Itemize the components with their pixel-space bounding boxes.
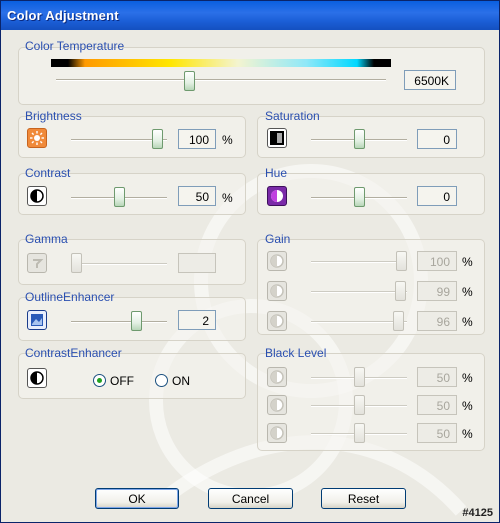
gain-channel-icon [267,281,287,301]
gain-channel-value: 100 [417,251,457,271]
window-title: Color Adjustment [7,8,119,23]
saturation-icon [267,128,287,148]
title-bar: Color Adjustment [1,1,499,30]
black-level-channel-slider[interactable] [353,367,365,387]
black-level-channel-icon [267,367,287,387]
black-level-channel-value: 50 [417,367,457,387]
gain-channel-unit: % [462,315,473,329]
reset-button[interactable]: Reset [321,488,406,509]
gain-channel-icon [267,251,287,271]
contrast-icon [27,186,47,206]
contrast-enhancer-icon [27,368,47,388]
black-level-channel-slider[interactable] [353,423,365,443]
black-level-channel-icon [267,423,287,443]
brightness-value: 100 [178,129,216,149]
gamma-icon [27,253,47,273]
corner-tag: #4125 [462,507,493,519]
color-temperature-label: Color Temperature [25,39,125,53]
gamma-track [71,263,167,265]
gain-channel-slider[interactable] [395,281,407,301]
cancel-button[interactable]: Cancel [208,488,293,509]
brightness-unit: % [222,133,233,147]
brightness-slider[interactable] [151,129,163,149]
contrast-enhancer-on-label: ON [172,374,190,388]
gamma-value [178,253,216,273]
contrast-unit: % [222,191,233,205]
gain-channel-icon [267,311,287,331]
contrast-enhancer-off-radio[interactable] [93,374,106,387]
black-level-channel-value: 50 [417,423,457,443]
color-temperature-spectrum [51,59,391,67]
contrast-enhancer-label: ContrastEnhancer [25,346,122,360]
outline-enhancer-track [71,321,167,323]
black-level-channel-unit: % [462,371,473,385]
brightness-icon [27,128,47,148]
saturation-slider[interactable] [353,129,365,149]
saturation-label: Saturation [265,109,320,123]
outline-enhancer-value: 2 [178,310,216,330]
outline-enhancer-label: OutlineEnhancer [25,290,115,304]
outline-enhancer-slider[interactable] [130,311,142,331]
gain-channel-slider[interactable] [396,251,407,271]
color-adjustment-dialog: Color Adjustment Color Temperature 6500K… [0,0,500,523]
black-level-channel-value: 50 [417,395,457,415]
outline-enhancer-icon [27,310,47,330]
gain-channel-slider[interactable] [392,311,404,331]
contrast-enhancer-on-radio[interactable] [155,374,168,387]
gain-channel-value: 99 [417,281,457,301]
color-temperature-track [56,79,386,81]
gain-channel-track [311,291,407,293]
hue-label: Hue [265,166,288,180]
gain-channel-value: 96 [417,311,457,331]
contrast-slider[interactable] [113,187,125,207]
black-level-channel-unit: % [462,399,473,413]
gamma-label: Gamma [25,232,68,246]
saturation-value: 0 [417,129,457,149]
black-level-channel-slider[interactable] [353,395,365,415]
gain-label: Gain [265,232,291,246]
black-level-channel-unit: % [462,427,473,441]
black-level-label: Black Level [265,346,327,360]
gain-channel-track [311,261,407,263]
ok-button[interactable]: OK [95,488,179,509]
black-level-channel-icon [267,395,287,415]
hue-slider[interactable] [353,187,365,207]
contrast-value: 50 [178,186,216,206]
hue-value: 0 [417,186,457,206]
gamma-slider[interactable] [71,253,82,273]
hue-icon [267,186,287,206]
brightness-label: Brightness [25,109,82,123]
color-temperature-slider[interactable] [183,71,195,91]
gain-channel-unit: % [462,285,473,299]
contrast-label: Contrast [25,166,71,180]
contrast-enhancer-off-label: OFF [110,374,134,388]
color-temperature-value: 6500K [404,70,456,90]
gain-channel-unit: % [462,255,473,269]
